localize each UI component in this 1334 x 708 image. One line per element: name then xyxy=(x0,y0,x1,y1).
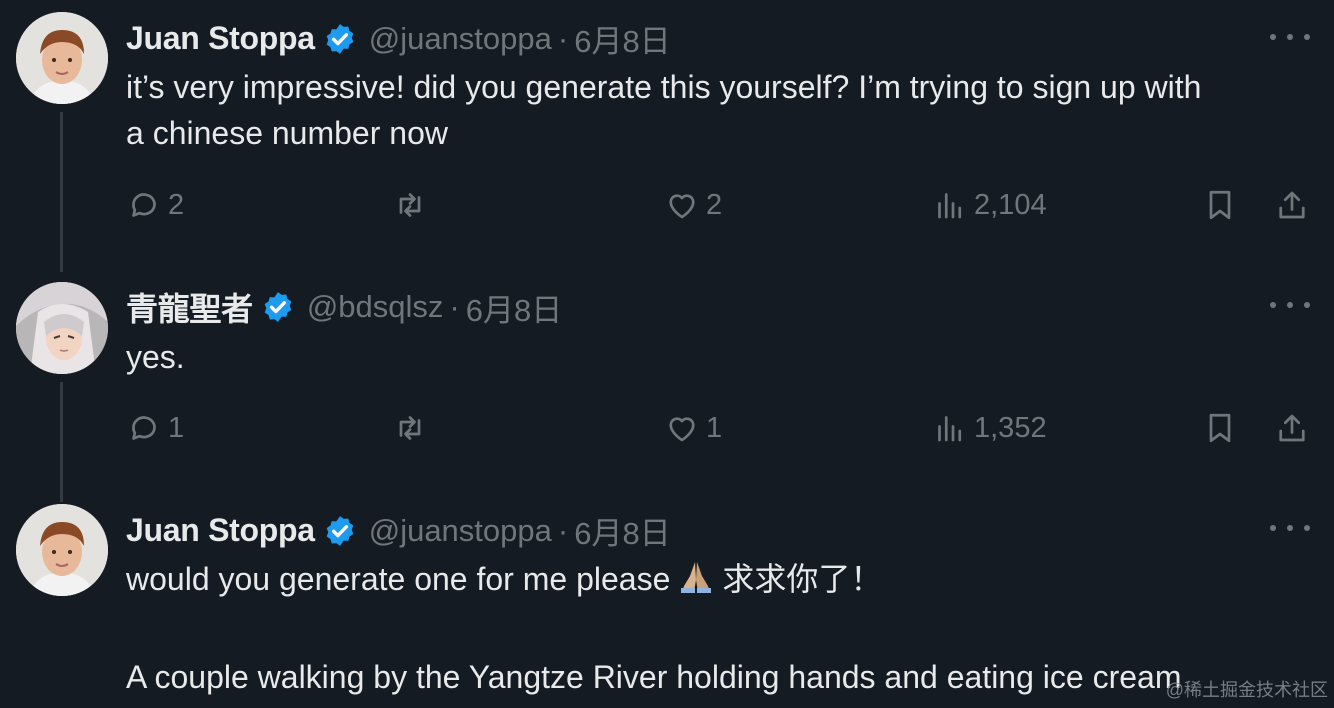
verified-badge-icon xyxy=(323,514,357,548)
analytics-icon xyxy=(938,193,962,219)
like-count: 2 xyxy=(706,188,723,221)
analytics-icon xyxy=(938,416,962,442)
views-button[interactable]: 1,352 xyxy=(932,410,1047,446)
retweet-button[interactable] xyxy=(392,187,428,223)
reply-button[interactable]: 2 xyxy=(126,187,184,223)
share-button[interactable] xyxy=(1274,187,1310,223)
like-button[interactable]: 1 xyxy=(664,410,722,446)
timestamp[interactable]: 6月8日 xyxy=(574,508,670,553)
tweet-text-line: yes. xyxy=(126,339,185,375)
watermark: @稀土掘金技术社区 xyxy=(1165,680,1328,700)
tweet-text-segment: 求求你了！ xyxy=(722,561,883,597)
reply-count: 1 xyxy=(168,411,185,444)
tweet-text-line: a chinese number now xyxy=(126,115,448,151)
reply-count: 2 xyxy=(168,188,185,221)
like-count: 1 xyxy=(706,411,723,444)
action-bar: 1 1 1,352 xyxy=(126,410,1316,450)
thread-line xyxy=(60,382,63,502)
tweet-text: would you generate one for me please 求求你了… xyxy=(126,556,1316,700)
more-options-icon[interactable] xyxy=(1270,521,1310,535)
reply-button[interactable]: 1 xyxy=(126,410,184,446)
retweet-button[interactable] xyxy=(392,410,428,446)
verified-badge-icon xyxy=(323,22,357,56)
retweet-icon xyxy=(399,193,421,217)
tweet-text: yes. xyxy=(126,334,1316,380)
avatar[interactable] xyxy=(16,282,108,374)
bookmark-button[interactable] xyxy=(1202,410,1238,446)
separator: · xyxy=(449,289,460,324)
avatar[interactable] xyxy=(16,504,108,596)
display-name[interactable]: Juan Stoppa xyxy=(126,20,315,57)
folded-hands-emoji-icon xyxy=(676,556,716,608)
like-button[interactable]: 2 xyxy=(664,187,722,223)
share-button[interactable] xyxy=(1274,410,1310,446)
reply-icon xyxy=(132,416,156,440)
heart-icon xyxy=(669,417,695,442)
separator: · xyxy=(557,512,569,548)
tweet-text-line: would you generate one for me please 求求你了… xyxy=(126,556,1316,608)
separator: · xyxy=(557,20,569,56)
share-icon xyxy=(1279,414,1305,442)
bookmark-icon xyxy=(1209,190,1231,220)
more-options-icon[interactable] xyxy=(1270,30,1310,44)
tweet-header: Juan Stoppa @juanstoppa · 6月8日 xyxy=(126,16,671,61)
timestamp[interactable]: 6月8日 xyxy=(574,16,670,61)
view-count: 2,104 xyxy=(974,188,1047,221)
display-name[interactable]: 青龍聖者 xyxy=(126,284,253,330)
action-bar: 2 2 2,104 xyxy=(126,187,1316,227)
views-button[interactable]: 2,104 xyxy=(932,187,1047,223)
tweet-header: Juan Stoppa @juanstoppa · 6月8日 xyxy=(126,508,671,553)
heart-icon xyxy=(669,194,695,219)
bookmark-button[interactable] xyxy=(1202,187,1238,223)
timestamp[interactable]: 6月8日 xyxy=(466,285,562,330)
handle[interactable]: @juanstoppa xyxy=(369,513,552,549)
tweet-text-line: A couple walking by the Yangtze River ho… xyxy=(126,659,1182,695)
bookmark-icon xyxy=(1209,413,1231,443)
tweet-text-segment: would you generate one for me please xyxy=(126,561,671,597)
verified-badge-icon xyxy=(261,290,295,324)
view-count: 1,352 xyxy=(974,411,1047,444)
handle[interactable]: @juanstoppa xyxy=(369,21,552,57)
tweet-text: it’s very impressive! did you generate t… xyxy=(126,64,1316,156)
more-options-icon[interactable] xyxy=(1270,298,1310,312)
reply-icon xyxy=(132,193,156,217)
display-name[interactable]: Juan Stoppa xyxy=(126,512,315,549)
thread-line xyxy=(60,112,63,272)
handle[interactable]: @bdsqlsz xyxy=(307,289,444,325)
share-icon xyxy=(1279,191,1305,219)
tweet-header: 青龍聖者 @bdsqlsz · 6月8日 xyxy=(126,284,562,330)
retweet-icon xyxy=(399,416,421,440)
avatar[interactable] xyxy=(16,12,108,104)
tweet-text-line: it’s very impressive! did you generate t… xyxy=(126,69,1202,105)
